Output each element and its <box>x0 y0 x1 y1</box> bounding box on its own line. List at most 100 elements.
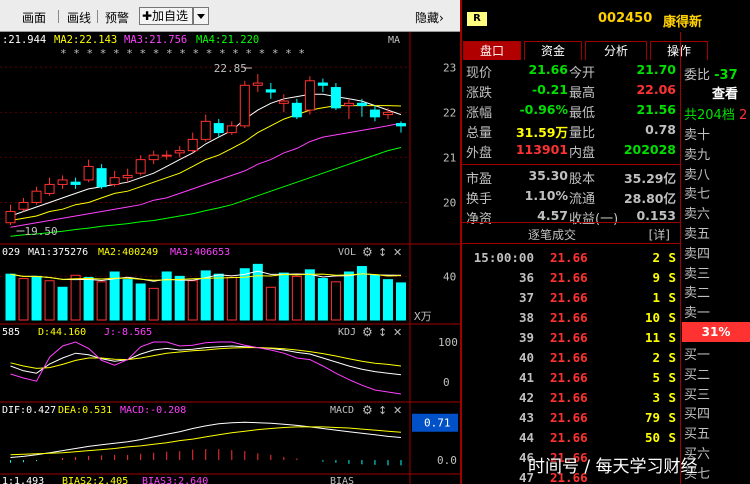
quote-divider <box>462 164 680 165</box>
sell-level-label: 卖一 <box>684 306 711 322</box>
tick-price: 21.66 <box>550 410 588 425</box>
close-icon[interactable]: ✕ <box>393 404 402 417</box>
tick-direction: S <box>668 270 676 285</box>
order-book-ratio-badge: 31% <box>682 322 750 342</box>
tab-funds[interactable]: 资金 <box>524 41 582 60</box>
candle-body <box>174 150 185 154</box>
add-watchlist-button[interactable]: ✚加自选 <box>139 7 193 25</box>
ma-line <box>10 147 402 237</box>
total-levels: 共204档 <box>684 108 735 123</box>
quote-label: 换手 <box>466 192 493 207</box>
toolbar-item-alert[interactable]: 预警 <box>105 9 129 26</box>
tab-analysis[interactable]: 分析 <box>585 41 647 60</box>
toolbar-item-draw[interactable]: 画线 <box>67 9 91 26</box>
tick-direction: S <box>668 250 676 265</box>
volume-bar <box>174 275 185 321</box>
sell-level-label: 卖六 <box>684 207 711 223</box>
tab-quote[interactable]: 盘口 <box>463 41 521 60</box>
price-axis-label: 23 <box>443 61 456 74</box>
candle-body <box>57 179 68 185</box>
quote-value: 35.30 <box>528 168 568 183</box>
kdj-axis-label: 100 <box>438 336 458 349</box>
query-label[interactable]: 查看 <box>712 87 738 102</box>
tick-time: 40 <box>518 350 534 365</box>
low-price-label: 19.50 <box>25 225 58 238</box>
add-watchlist-dropdown[interactable] <box>193 7 209 25</box>
tick-time: 42 <box>518 390 534 405</box>
volume-bar <box>382 279 393 321</box>
ma-legend-item: MA4:21.220 <box>196 34 259 46</box>
tick-volume: 2 <box>652 350 660 365</box>
quote-value: 21.66 <box>528 62 568 77</box>
volume-bar <box>31 275 42 321</box>
volume-legend-item: 029 <box>2 247 20 258</box>
tick-row: 38 21.66 10 S <box>462 310 680 330</box>
candle-body <box>278 100 289 104</box>
stock-badge: R <box>467 12 487 26</box>
tick-detail-link[interactable]: [详] <box>649 226 670 243</box>
volume-legend-item: MA2:400249 <box>98 247 158 258</box>
sell-level-label: 卖十 <box>684 128 711 143</box>
candle-body <box>200 120 211 140</box>
candle-body <box>213 123 224 134</box>
tick-price: 21.66 <box>550 390 588 405</box>
price-axis-label: 22 <box>443 106 456 119</box>
stock-code: 002450 <box>598 11 653 26</box>
arrow-icon[interactable]: ↕ <box>378 404 387 417</box>
gear-icon[interactable]: ⚙ <box>362 403 373 417</box>
tick-row: 15:00:00 21.66 2 S <box>462 250 680 270</box>
tab-operation[interactable]: 操作 <box>650 41 708 60</box>
buy-level-row: 买一 <box>684 344 710 363</box>
chart-area[interactable]: 23 22 21 20:21.944 MA2:22.143 MA3:21.756 MA4:2… <box>0 32 460 484</box>
tick-time: 15:00:00 <box>473 250 534 265</box>
volume-legend-item: MA1:375276 <box>28 247 88 258</box>
toolbar-separator <box>58 10 59 23</box>
candle-body <box>265 89 276 93</box>
sell-level-label: 卖四 <box>684 246 711 262</box>
sell-level-label: 卖七 <box>684 187 711 203</box>
quote-value: 0.78 <box>645 122 676 137</box>
buy-level-row: 买四 <box>684 403 710 422</box>
gear-icon[interactable]: ⚙ <box>362 245 373 259</box>
volume-bar <box>122 279 133 321</box>
buy-level-row: 买五 <box>684 423 710 442</box>
tick-volume: 50 <box>644 430 660 445</box>
quote-value: 21.56 <box>636 102 676 117</box>
volume-bar <box>317 278 328 321</box>
tick-volume: 9 <box>652 270 660 285</box>
buy-level-label: 买五 <box>684 427 711 443</box>
candle-body <box>161 154 172 157</box>
bias-legend-item: 1:1.493 <box>2 476 44 484</box>
close-icon[interactable]: ✕ <box>393 326 402 339</box>
arrow-icon[interactable]: ↕ <box>378 326 387 339</box>
candle-body <box>226 125 237 134</box>
tick-price: 21.66 <box>550 350 588 365</box>
sell-level-label: 卖二 <box>684 286 711 302</box>
volume-unit-label: X万 <box>414 310 432 323</box>
sell-level-row: 卖二 <box>684 282 710 301</box>
tick-time: 36 <box>518 270 534 285</box>
volume-bar <box>44 280 55 321</box>
quote-label: 现价 <box>466 66 493 81</box>
quote-value: 21.70 <box>636 62 676 77</box>
arrow-icon[interactable]: ↕ <box>378 246 387 259</box>
price-axis-label: 21 <box>443 151 456 164</box>
hide-panel-button[interactable]: 隐藏› <box>415 9 444 26</box>
panel-divider <box>460 0 462 484</box>
total-levels-value: 2 <box>738 108 748 123</box>
candle-body <box>83 165 94 181</box>
quote-row: 换手 1.10% 流通 28.80亿 <box>462 188 680 209</box>
stock-name: 康得新 <box>663 15 703 30</box>
buy-level-label: 买四 <box>684 407 711 423</box>
toolbar-item-screen[interactable]: 画面 <box>22 9 46 26</box>
tick-row: 40 21.66 2 S <box>462 350 680 370</box>
close-icon[interactable]: ✕ <box>393 246 402 259</box>
sell-level-row: 卖三 <box>684 263 710 282</box>
quote-label: 市盈 <box>466 172 493 187</box>
quote-value: -0.21 <box>531 82 568 97</box>
tick-time: 44 <box>518 430 534 445</box>
volume-legend-item: MA3:406653 <box>170 247 230 258</box>
candle-body <box>369 109 380 118</box>
tick-price: 21.66 <box>550 310 588 325</box>
gear-icon[interactable]: ⚙ <box>362 325 373 339</box>
